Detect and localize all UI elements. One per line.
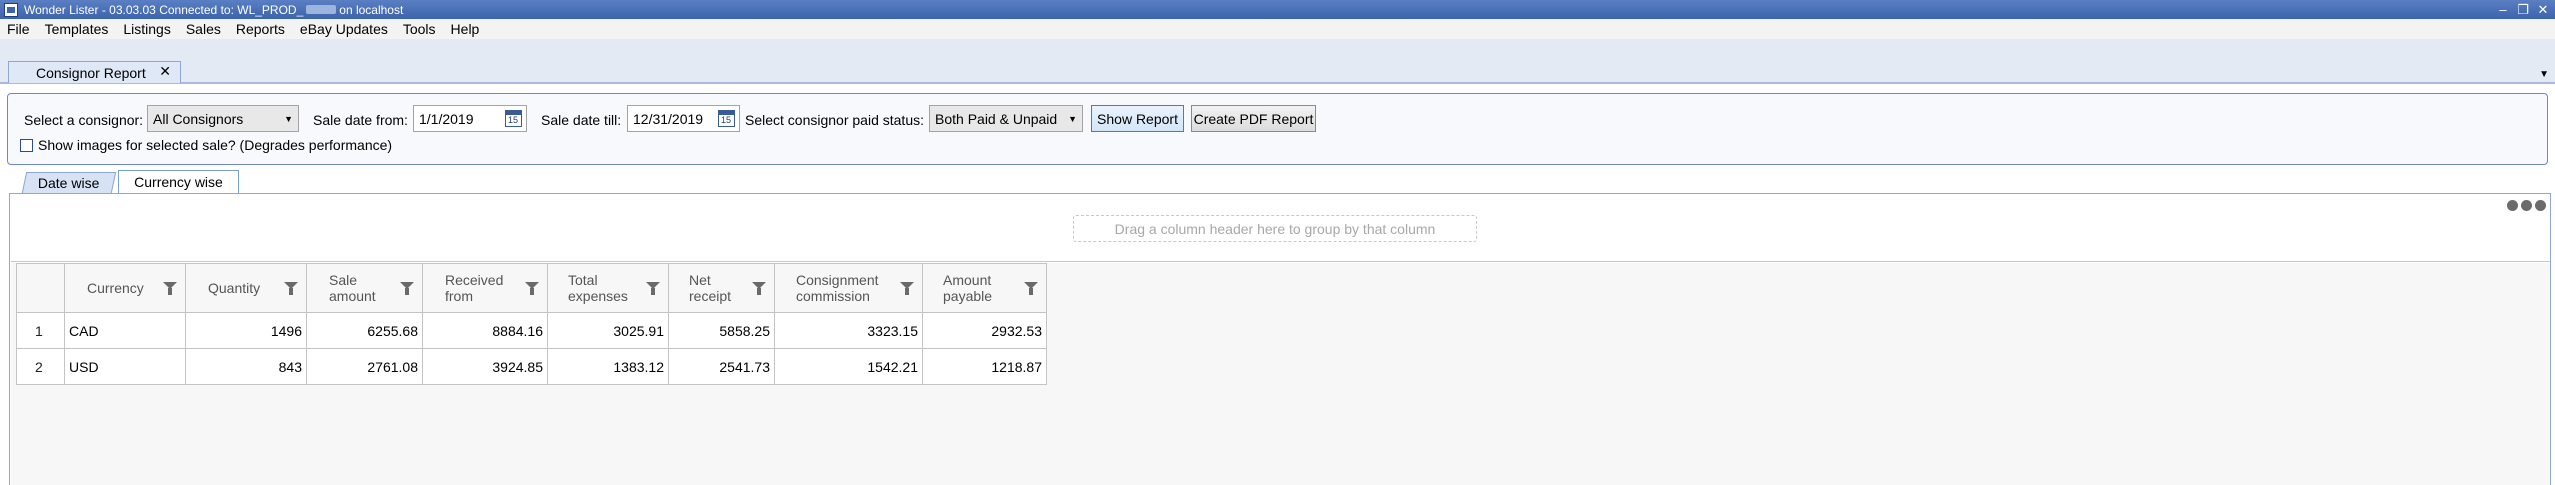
cell-consignment-commission[interactable]: 1542.21	[774, 348, 923, 385]
consignor-select[interactable]: All Consignors ▼	[147, 105, 299, 132]
cell-amount-payable[interactable]: 1218.87	[922, 348, 1047, 385]
filter-icon[interactable]	[1024, 282, 1038, 295]
window-title: Wonder Lister - 03.03.03 Connected to: W…	[24, 2, 304, 17]
cell-consignment-commission[interactable]: 3323.15	[774, 312, 923, 349]
cell-sale-amount[interactable]: 6255.68	[306, 312, 423, 349]
menu-sales[interactable]: Sales	[184, 21, 223, 37]
menu-tools[interactable]: Tools	[401, 21, 438, 37]
dot-icon	[2535, 200, 2546, 211]
cell-currency[interactable]: CAD	[64, 312, 186, 349]
more-options-icon[interactable]	[2504, 200, 2546, 211]
row-number-header	[16, 263, 65, 313]
date-from-value: 1/1/2019	[419, 110, 474, 127]
currency-table: Currency Quantity Sale amount Received f…	[16, 263, 1047, 385]
column-header-amount-payable[interactable]: Amount payable	[922, 263, 1047, 313]
cell-currency[interactable]: USD	[64, 348, 186, 385]
document-tab-strip: Consignor Report ✕ ▼	[0, 39, 2555, 84]
redacted-mark	[306, 5, 337, 14]
table-row[interactable]: 2 USD 843 2761.08 3924.85 1383.12 2541.7…	[16, 348, 1047, 385]
close-button[interactable]: ✕	[2533, 0, 2553, 19]
chevron-down-icon: ▼	[1068, 114, 1077, 124]
column-header-total-expenses[interactable]: Total expenses	[547, 263, 669, 313]
tab-currency-wise[interactable]: Currency wise	[118, 170, 239, 193]
show-images-checkbox[interactable]	[20, 139, 33, 152]
column-header-consignment-commission[interactable]: Consignment commission	[774, 263, 923, 313]
cell-net-receipt[interactable]: 5858.25	[668, 312, 775, 349]
menu-listings[interactable]: Listings	[121, 21, 172, 37]
row-number: 1	[16, 312, 65, 349]
menu-help[interactable]: Help	[449, 21, 482, 37]
minimize-button[interactable]: –	[2493, 0, 2513, 19]
date-from-picker[interactable]: 1/1/2019 15	[413, 105, 527, 132]
menu-bar: File Templates Listings Sales Reports eB…	[0, 19, 2555, 39]
column-header-quantity[interactable]: Quantity	[185, 263, 307, 313]
show-images-label: Show images for selected sale? (Degrades…	[38, 137, 393, 153]
create-pdf-report-button[interactable]: Create PDF Report	[1191, 105, 1316, 132]
cell-total-expenses[interactable]: 1383.12	[547, 348, 669, 385]
date-till-label: Sale date till:	[541, 112, 622, 128]
menu-templates[interactable]: Templates	[43, 21, 111, 37]
column-header-sale-amount[interactable]: Sale amount	[306, 263, 423, 313]
cell-sale-amount[interactable]: 2761.08	[306, 348, 423, 385]
filter-icon[interactable]	[525, 282, 539, 295]
filter-icon[interactable]	[646, 282, 660, 295]
date-till-picker[interactable]: 12/31/2019 15	[627, 105, 740, 132]
filter-icon[interactable]	[752, 282, 766, 295]
tab-consignor-report[interactable]: Consignor Report ✕	[8, 61, 181, 83]
date-from-label: Sale date from:	[313, 112, 408, 128]
title-bar: Wonder Lister - 03.03.03 Connected to: W…	[0, 0, 2555, 19]
tab-currency-wise-label: Currency wise	[134, 174, 223, 190]
date-till-value: 12/31/2019	[633, 110, 704, 127]
group-panel[interactable]: Drag a column header here to group by th…	[11, 195, 2550, 262]
cell-total-expenses[interactable]: 3025.91	[547, 312, 669, 349]
table-row[interactable]: 1 CAD 1496 6255.68 8884.16 3025.91 5858.…	[16, 312, 1047, 349]
filter-icon[interactable]	[163, 282, 177, 295]
paid-status-label: Select consignor paid status:	[745, 112, 924, 128]
cell-quantity[interactable]: 843	[185, 348, 307, 385]
show-report-button[interactable]: Show Report	[1091, 105, 1184, 132]
column-header-net-receipt[interactable]: Net receipt	[668, 263, 775, 313]
column-header-currency[interactable]: Currency	[64, 263, 186, 313]
dot-icon	[2521, 200, 2532, 211]
consignor-select-value: All Consignors	[153, 110, 244, 127]
cell-net-receipt[interactable]: 2541.73	[668, 348, 775, 385]
data-grid: Drag a column header here to group by th…	[9, 193, 2551, 485]
paid-status-select[interactable]: Both Paid & Unpaid ▼	[929, 105, 1083, 132]
consignor-label: Select a consignor:	[24, 112, 144, 128]
header-row: Currency Quantity Sale amount Received f…	[16, 263, 1047, 313]
tab-close-icon[interactable]: ✕	[159, 63, 171, 80]
cell-quantity[interactable]: 1496	[185, 312, 307, 349]
menu-ebay-updates[interactable]: eBay Updates	[298, 21, 390, 37]
tabs-dropdown-icon[interactable]: ▼	[2539, 69, 2549, 80]
restore-button[interactable]: ❐	[2513, 0, 2533, 19]
calendar-icon[interactable]: 15	[505, 110, 522, 127]
tab-date-wise[interactable]: Date wise	[21, 172, 117, 193]
row-number: 2	[16, 348, 65, 385]
dot-icon	[2507, 200, 2518, 211]
filter-panel: Select a consignor: All Consignors ▼ Sal…	[7, 93, 2548, 165]
group-hint: Drag a column header here to group by th…	[1073, 215, 1477, 242]
paid-status-value: Both Paid & Unpaid	[935, 110, 1058, 127]
filter-icon[interactable]	[284, 282, 298, 295]
filter-icon[interactable]	[900, 282, 914, 295]
cell-received-from[interactable]: 3924.85	[422, 348, 548, 385]
tab-consignor-report-label: Consignor Report	[36, 64, 146, 81]
window-title-suffix: on localhost	[339, 2, 404, 17]
cell-received-from[interactable]: 8884.16	[422, 312, 548, 349]
calendar-icon[interactable]: 15	[718, 110, 735, 127]
column-header-received-from[interactable]: Received from	[422, 263, 548, 313]
tab-date-wise-label: Date wise	[38, 175, 100, 191]
chevron-down-icon: ▼	[284, 114, 293, 124]
menu-file[interactable]: File	[5, 21, 32, 37]
app-icon	[4, 2, 18, 17]
cell-amount-payable[interactable]: 2932.53	[922, 312, 1047, 349]
filter-icon[interactable]	[400, 282, 414, 295]
menu-reports[interactable]: Reports	[234, 21, 287, 37]
